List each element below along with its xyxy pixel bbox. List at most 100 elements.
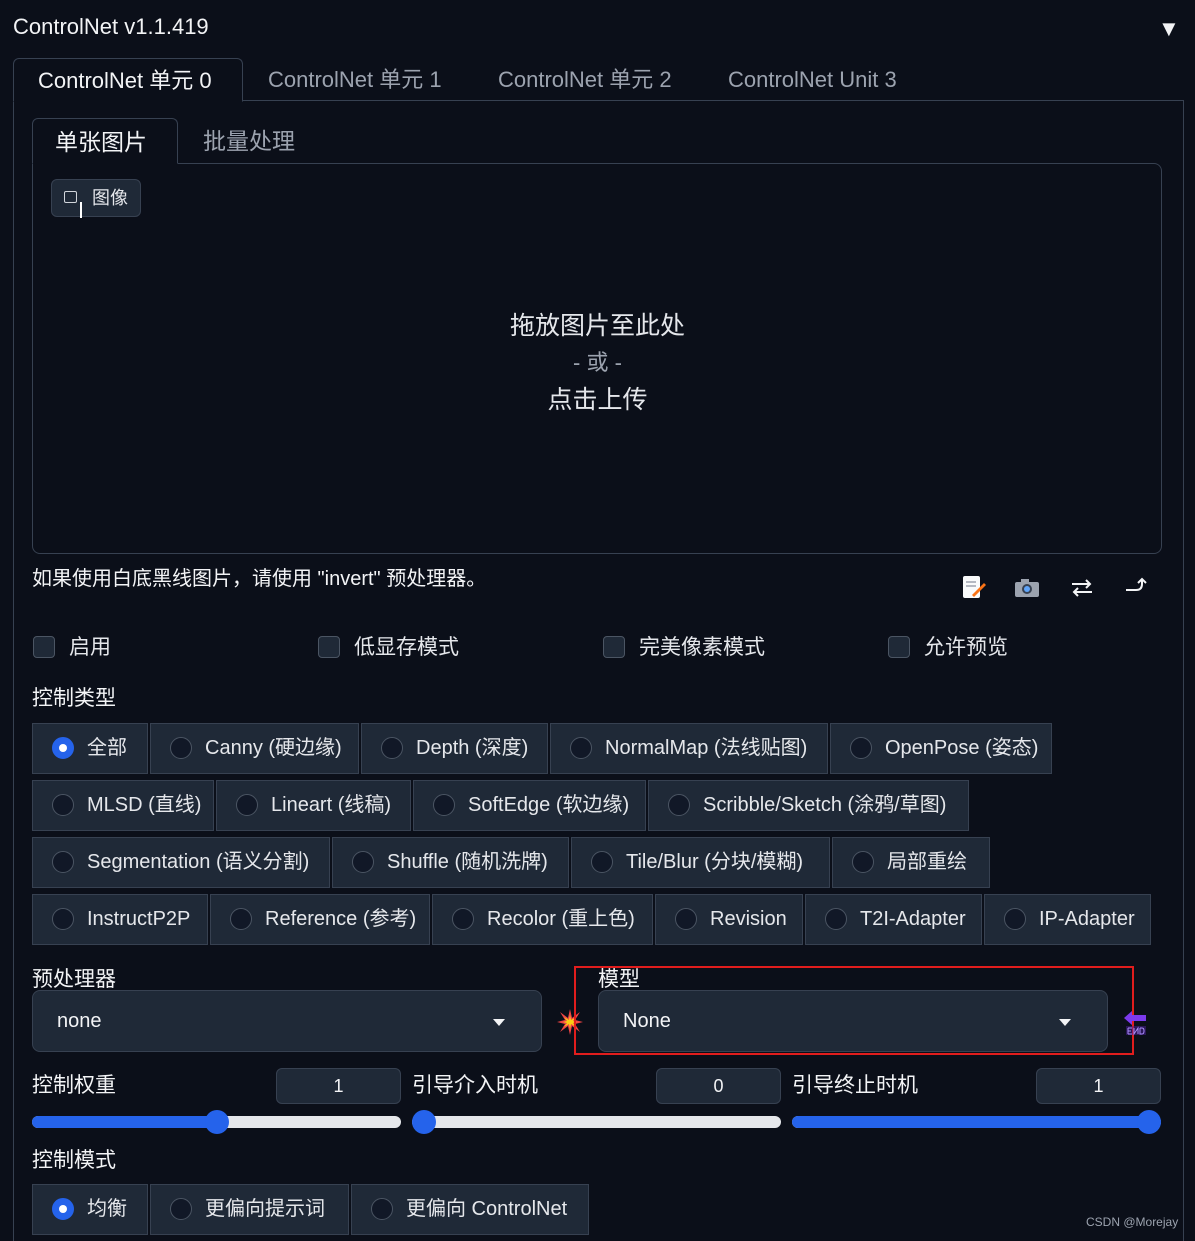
radio-label: T2I-Adapter	[860, 908, 966, 930]
control-type-option[interactable]: 全部	[32, 723, 148, 774]
control-type-option[interactable]: T2I-Adapter	[805, 894, 982, 945]
image-label: 图像	[51, 179, 141, 218]
checkbox-label: 启用	[69, 636, 111, 659]
radio-dot	[433, 794, 455, 816]
radio-dot	[170, 1198, 192, 1220]
weight-slider-fill	[32, 1116, 217, 1128]
radio-label: 更偏向 ControlNet	[406, 1198, 568, 1220]
radio-label: Shuffle (随机洗牌)	[387, 851, 548, 873]
watermark: CSDN @Morejay	[1086, 1215, 1179, 1229]
tab-batch[interactable]: 批量处理	[181, 118, 317, 164]
control-type-option[interactable]: Lineart (线稿)	[216, 780, 411, 831]
control-type-option[interactable]: Revision	[655, 894, 803, 945]
radio-label: 局部重绘	[887, 851, 967, 873]
control-mode-label: 控制模式	[32, 1149, 116, 1172]
radio-dot	[52, 1198, 74, 1220]
tab-unit-3[interactable]: ControlNet Unit 3	[704, 58, 921, 102]
radio-dot	[170, 737, 192, 759]
control-type-option[interactable]: Tile/Blur (分块/模糊)	[571, 837, 830, 888]
radio-dot	[52, 851, 74, 873]
control-type-option[interactable]: OpenPose (姿态)	[830, 723, 1052, 774]
tab-unit-2[interactable]: ControlNet 单元 2	[474, 58, 696, 102]
radio-dot	[52, 908, 74, 930]
control-type-option[interactable]: Reference (参考)	[210, 894, 430, 945]
radio-dot	[371, 1198, 393, 1220]
weight-slider-thumb[interactable]	[204, 1110, 229, 1134]
control-type-option[interactable]: MLSD (直线)	[32, 780, 214, 831]
radio-label: 更偏向提示词	[205, 1198, 325, 1220]
preprocessor-dropdown[interactable]: none	[32, 990, 542, 1052]
radio-dot	[591, 851, 613, 873]
control-type-option[interactable]: NormalMap (法线贴图)	[550, 723, 828, 774]
drop-or: - 或 -	[573, 350, 622, 375]
radio-dot	[352, 851, 374, 873]
radio-label: OpenPose (姿态)	[885, 737, 1039, 759]
control-mode-option[interactable]: 均衡	[32, 1184, 148, 1235]
invert-hint: 如果使用白底黑线图片，请使用 "invert" 预处理器。	[32, 568, 487, 590]
control-type-option[interactable]: IP-Adapter	[984, 894, 1151, 945]
start-label: 引导介入时机	[412, 1074, 538, 1097]
checkbox-label: 允许预览	[924, 636, 1008, 659]
control-type-option[interactable]: Recolor (重上色)	[432, 894, 653, 945]
control-type-option[interactable]: 局部重绘	[832, 837, 990, 888]
weight-input[interactable]: 1	[276, 1068, 401, 1104]
radio-label: Recolor (重上色)	[487, 908, 635, 930]
radio-dot	[852, 851, 874, 873]
start-slider-thumb[interactable]	[412, 1110, 436, 1134]
tab-unit-1[interactable]: ControlNet 单元 1	[244, 58, 466, 102]
camera-icon[interactable]	[1013, 574, 1041, 600]
radio-label: Tile/Blur (分块/模糊)	[626, 851, 804, 873]
chevron-down-icon	[493, 1019, 505, 1026]
preprocessor-value: none	[57, 1010, 102, 1032]
radio-label: Segmentation (语义分割)	[87, 851, 310, 873]
edit-icon[interactable]	[960, 574, 988, 600]
start-input[interactable]: 0	[656, 1068, 781, 1104]
radio-label: MLSD (直线)	[87, 794, 202, 816]
radio-dot	[825, 908, 847, 930]
tab-unit-0[interactable]: ControlNet 单元 0	[13, 58, 243, 102]
radio-label: Scribble/Sketch (涂鸦/草图)	[703, 794, 947, 816]
checkbox-box[interactable]	[888, 636, 910, 658]
radio-dot	[668, 794, 690, 816]
radio-dot	[52, 737, 74, 759]
control-type-option[interactable]: InstructP2P	[32, 894, 208, 945]
radio-label: NormalMap (法线贴图)	[605, 737, 808, 759]
checkbox-label: 完美像素模式	[639, 636, 765, 659]
checkbox-label: 低显存模式	[354, 636, 459, 659]
send-dimensions-icon[interactable]	[1122, 574, 1150, 600]
image-icon	[64, 191, 77, 203]
control-type-option[interactable]: Scribble/Sketch (涂鸦/草图)	[648, 780, 969, 831]
radio-label: 均衡	[87, 1198, 127, 1220]
weight-slider[interactable]	[32, 1110, 401, 1134]
checkbox-box[interactable]	[33, 636, 55, 658]
control-type-option[interactable]: Canny (硬边缘)	[150, 723, 359, 774]
control-mode-option[interactable]: 更偏向提示词	[150, 1184, 349, 1235]
control-type-label: 控制类型	[32, 687, 116, 710]
checkbox-box[interactable]	[318, 636, 340, 658]
end-slider-thumb[interactable]	[1137, 1110, 1161, 1134]
preprocessor-label: 预处理器	[32, 968, 116, 991]
end-input[interactable]: 1	[1036, 1068, 1161, 1104]
radio-label: Canny (硬边缘)	[205, 737, 342, 759]
control-mode-option[interactable]: 更偏向 ControlNet	[351, 1184, 589, 1235]
end-slider-fill	[792, 1116, 1161, 1128]
click-upload-text[interactable]: 点击上传	[0, 380, 1195, 416]
refresh-models-icon[interactable]	[1122, 1008, 1150, 1036]
tab-single-image[interactable]: 单张图片	[32, 118, 178, 164]
control-type-option[interactable]: Shuffle (随机洗牌)	[332, 837, 569, 888]
end-slider[interactable]	[792, 1110, 1161, 1134]
radio-label: Depth (深度)	[416, 737, 529, 759]
collapse-icon[interactable]: ▼	[1158, 16, 1180, 42]
control-type-option[interactable]: Depth (深度)	[361, 723, 548, 774]
radio-label: InstructP2P	[87, 908, 191, 930]
radio-label: Reference (参考)	[265, 908, 417, 930]
control-type-option[interactable]: Segmentation (语义分割)	[32, 837, 330, 888]
swap-icon[interactable]	[1068, 574, 1096, 600]
radio-dot	[52, 794, 74, 816]
checkbox-box[interactable]	[603, 636, 625, 658]
control-type-option[interactable]: SoftEdge (软边缘)	[413, 780, 646, 831]
radio-dot	[452, 908, 474, 930]
radio-dot	[236, 794, 258, 816]
start-slider[interactable]	[412, 1110, 781, 1134]
radio-dot	[850, 737, 872, 759]
